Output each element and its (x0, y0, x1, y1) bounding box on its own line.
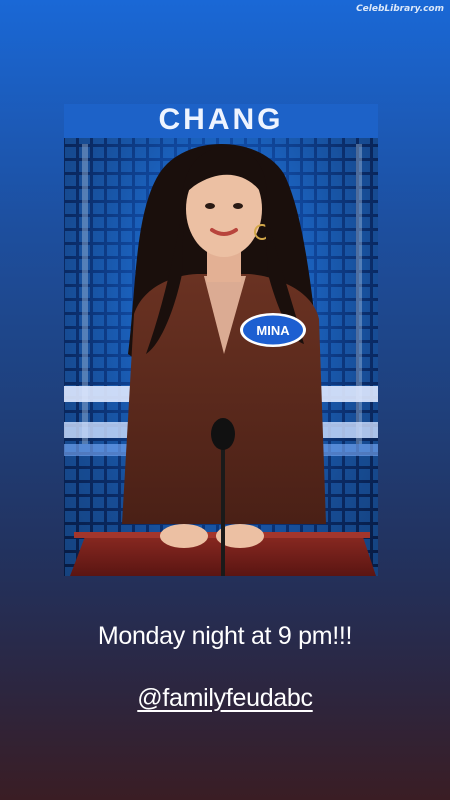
backdrop-sign-text: CHANG (159, 104, 284, 136)
photo-illustration: CHANG MINA (64, 104, 378, 576)
microphone-icon (211, 418, 235, 450)
watermark: CelebLibrary.com (356, 4, 444, 14)
microphone-stand (221, 434, 225, 576)
mention-link[interactable]: @familyfeudabc (0, 684, 450, 713)
name-tag-text: MINA (256, 323, 290, 338)
story-photo: CHANG MINA (64, 104, 378, 576)
left-hand (160, 524, 208, 548)
caption-text: Monday night at 9 pm!!! (97, 622, 353, 650)
